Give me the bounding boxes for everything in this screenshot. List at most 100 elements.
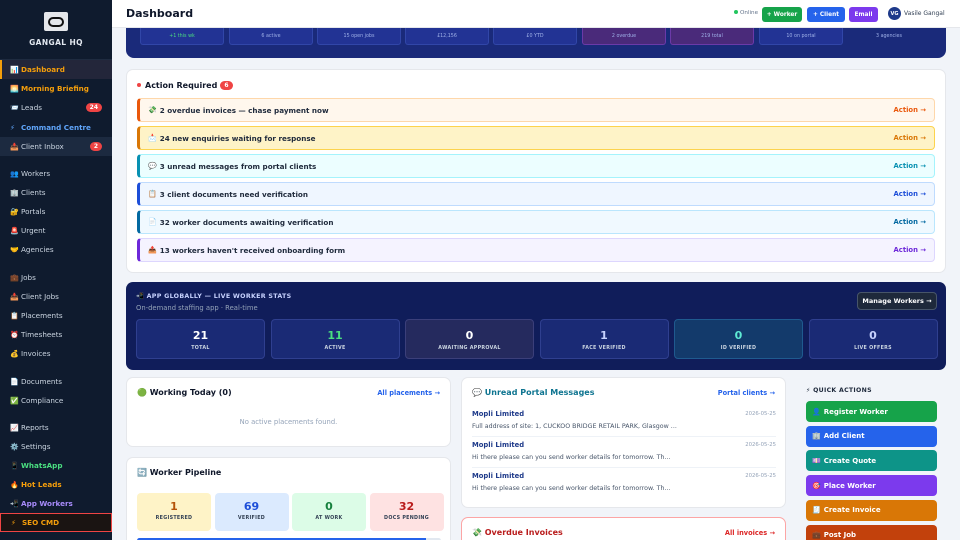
post-job-button[interactable]: 💼 Post Job (806, 524, 937, 540)
place-worker-button[interactable]: 🎯 Place Worker (806, 475, 937, 497)
sidebar-item-jobs[interactable]: 💼 Jobs (0, 268, 112, 287)
mail-icon: 📨 (10, 103, 19, 112)
action-item[interactable]: 💸 2 overdue invoices — chase payment now A… (137, 98, 935, 122)
sidebar-item-portals[interactable]: 🔐 Portals (0, 202, 112, 221)
action-link[interactable]: Action → (894, 190, 926, 198)
add-client-button[interactable]: + Client (807, 7, 845, 22)
chat-icon: 💬 (148, 162, 157, 170)
app-stat: 0 LIVE OFFERS (808, 319, 938, 359)
sidebar-item-urgent[interactable]: 🚨 Urgent (0, 221, 112, 240)
action-item[interactable]: 📄 32 worker documents awaiting verificati… (137, 210, 935, 234)
action-count-badge: 6 (220, 81, 233, 90)
action-item[interactable]: 📤 13 workers haven't received onboarding … (137, 238, 935, 262)
sidebar-item-label: Portals (21, 207, 46, 216)
sidebar-item-timesheets[interactable]: ⏰ Timesheets (0, 325, 112, 344)
sidebar-item-hot-leads[interactable]: 🔥 Hot Leads (0, 475, 112, 494)
alert-dot-icon (137, 83, 141, 87)
brand-name: GANGAL HQ (29, 38, 83, 47)
receipt-icon: 🧾 (812, 506, 821, 515)
chart-icon: 📊 (10, 65, 19, 74)
portal-message[interactable]: Mopli Limited 2026-05-25 Hi there please c… (472, 472, 776, 492)
sidebar-item-reports[interactable]: 📈 Reports (0, 418, 112, 437)
action-link[interactable]: Action → (894, 218, 926, 226)
app-stat-label: LIVE OFFERS (854, 346, 892, 351)
action-item[interactable]: 📋 3 client documents need verification Act… (137, 182, 935, 206)
app-worker-stats: 📲 APP GLOBALLY — LIVE WORKER STATS On-de… (126, 282, 946, 370)
portal-messages-card: 💬 Unread Portal Messages Portal clients … (461, 377, 786, 508)
action-link[interactable]: Action → (894, 134, 926, 142)
action-item[interactable]: 📩 24 new enquiries waiting for response Ac… (137, 126, 935, 150)
hero-stat: 219 total (670, 28, 754, 45)
hero-stat: £12,156 (405, 28, 489, 45)
sidebar-item-client-jobs[interactable]: 📥 Client Jobs (0, 287, 112, 306)
avatar[interactable]: VG (888, 7, 901, 20)
app-stat: 11 ACTIVE (270, 319, 400, 359)
clipboard-icon: 📋 (10, 311, 19, 320)
sidebar-item-label: Settings (21, 442, 51, 451)
pipeline-stat[interactable]: 69 VERIFIED (214, 493, 289, 531)
sidebar-item-seo-cmd[interactable]: ⚡ SEO CMD (0, 513, 112, 532)
user-name[interactable]: Vasile Gangal (904, 10, 945, 17)
action-item[interactable]: 💬 3 unread messages from portal clients Ac… (137, 154, 935, 178)
sidebar-item-label: Invoices (21, 349, 51, 358)
action-item-text: 24 new enquiries waiting for response (159, 133, 316, 143)
message-date: 2026-05-25 (745, 473, 776, 479)
sidebar-item-agencies[interactable]: 🤝 Agencies (0, 240, 112, 259)
create-invoice-button[interactable]: 🧾 Create Invoice (806, 499, 937, 521)
sidebar-item-command-centre[interactable]: ⚡ Command Centre (0, 118, 112, 137)
sidebar-item-whatsapp[interactable]: 📱 WhatsApp (0, 456, 112, 475)
briefcase-icon: 💼 (812, 531, 821, 539)
portal-message[interactable]: Mopli Limited 2026-05-25 Full address of s… (472, 410, 776, 437)
sidebar-item-label: Client Inbox (21, 142, 64, 151)
gear-icon: ⚙️ (10, 442, 19, 451)
app-stat-label: TOTAL (191, 346, 210, 351)
sidebar-item-documents[interactable]: 📄 Documents (0, 372, 112, 391)
portal-message[interactable]: Mopli Limited 2026-05-25 Hi there please c… (472, 441, 776, 468)
sidebar-item-leads[interactable]: 📨 Leads 24 (0, 98, 112, 117)
sidebar-item-client-inbox[interactable]: 📥 Client Inbox 2 (0, 137, 112, 156)
pipeline-stat[interactable]: 1 REGISTERED (137, 493, 211, 531)
building-icon: 🏢 (10, 188, 19, 197)
add-client-button-quick[interactable]: 🏢 Add Client (806, 425, 937, 447)
sidebar-item-settings[interactable]: ⚙️ Settings (0, 437, 112, 456)
message-sender: Mopli Limited (472, 472, 525, 480)
sidebar-item-app-workers[interactable]: 📲 App Workers (0, 494, 112, 513)
email-button[interactable]: Email (849, 7, 878, 22)
status-dot-icon (734, 10, 738, 14)
create-quote-button[interactable]: 💷 Create Quote (806, 450, 937, 472)
pipeline-stat[interactable]: 0 AT WORK (292, 493, 366, 531)
all-placements-link[interactable]: All placements → (377, 389, 440, 397)
message-sender: Mopli Limited (472, 441, 525, 449)
portal-clients-link[interactable]: Portal clients → (718, 389, 775, 397)
sidebar-item-dashboard[interactable]: 📊 Dashboard (0, 60, 112, 79)
pipeline-stat-label: REGISTERED (155, 516, 193, 521)
sidebar-item-clients[interactable]: 🏢 Clients (0, 183, 112, 202)
app-stat: 0 AWAITING APPROVAL (405, 319, 534, 359)
money-icon: 💸 (148, 106, 157, 114)
portal-messages-title: 💬 Unread Portal Messages (472, 388, 595, 397)
hero-stat: £0 YTD (493, 28, 577, 45)
action-link[interactable]: Action → (894, 106, 926, 114)
action-item-text: 32 worker documents awaiting verificatio… (159, 217, 334, 227)
sidebar-item-invoices[interactable]: 💰 Invoices (0, 344, 112, 363)
sidebar-item-workers[interactable]: 👥 Workers (0, 164, 112, 183)
pipeline-stat-value: 0 (325, 500, 333, 513)
action-link[interactable]: Action → (894, 162, 926, 170)
action-link[interactable]: Action → (894, 246, 926, 254)
add-worker-button[interactable]: + Worker (762, 7, 802, 22)
message-preview: Hi there please can you send worker deta… (472, 485, 671, 492)
manage-workers-button[interactable]: Manage Workers → (857, 292, 937, 310)
sidebar-item-morning-briefing[interactable]: 🌅 Morning Briefing (0, 79, 112, 98)
all-invoices-link[interactable]: All invoices → (725, 529, 775, 537)
action-item-text: 2 overdue invoices — chase payment now (159, 105, 329, 115)
sidebar-item-placements[interactable]: 📋 Placements (0, 306, 112, 325)
brand-logo[interactable] (44, 12, 68, 31)
trend-icon: 📈 (10, 423, 19, 432)
divider (472, 436, 776, 437)
money-icon: 💰 (10, 349, 19, 358)
inbox-icon: 📥 (10, 142, 19, 151)
sidebar-item-compliance[interactable]: ✅ Compliance (0, 391, 112, 410)
page-title: Dashboard (126, 7, 194, 20)
pipeline-stat[interactable]: 32 DOCS PENDING (369, 493, 444, 531)
register-worker-button[interactable]: 👤 Register Worker (806, 401, 937, 422)
